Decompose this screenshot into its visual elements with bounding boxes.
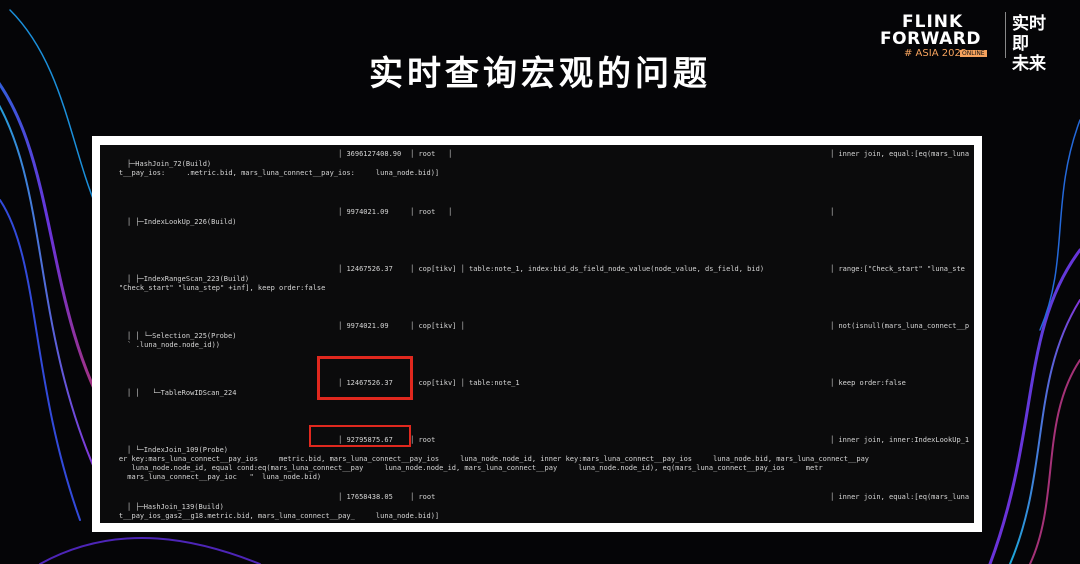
- highlight-box-indexjoin: [309, 425, 411, 447]
- plan-count: │ 9974021.09: [338, 208, 389, 216]
- logo-cn-line1: 实时即: [1012, 14, 1046, 54]
- logo-badge: ONLINE: [960, 50, 987, 57]
- logo-line2: FORWARD: [880, 29, 982, 49]
- plan-info: │ keep order:false: [830, 379, 906, 387]
- plan-row-cont: mars_luna_connect__pay_ioc " luna_node.b…: [118, 473, 322, 481]
- plan-info: │ inner join, equal:[eq(mars_luna: [830, 150, 970, 158]
- plan-row-cont: t__pay_ios_gas2__g18.metric.bid, mars_lu…: [118, 512, 440, 520]
- plan-row: │ │ └─TableRowIDScan_224: [126, 389, 237, 397]
- explain-plan-terminal: ├─HashJoin_72(Build) │ 3696127408.90 │ r…: [100, 145, 974, 523]
- plan-count: │ 9974021.09: [338, 322, 389, 330]
- plan-info: │ range:["Check_start" "luna_ste: [830, 265, 965, 273]
- plan-row-cont: "Check_start" "luna_step" +inf], keep or…: [118, 284, 326, 292]
- plan-task: │ cop[tikv] │ table:note_1, index:bid_ds…: [410, 265, 765, 273]
- logo-cn: 实时即 未来: [1012, 14, 1060, 74]
- plan-row-cont: t__pay_ios: .metric.bid, mars_luna_conne…: [118, 169, 440, 177]
- plan-info: │: [830, 208, 835, 216]
- plan-info: │ inner join, equal:[eq(mars_luna: [830, 493, 970, 501]
- plan-row: │ ├─IndexLookUp_226(Build): [126, 218, 237, 226]
- plan-info: │ not(isnull(mars_luna_connect__p: [830, 322, 970, 330]
- highlight-box-tablerowidscan: [317, 356, 413, 400]
- plan-task: │ cop[tikv] │ table:note_1: [410, 379, 520, 387]
- logo-line3: # ASIA 2022: [904, 48, 968, 59]
- plan-count: │ 12467526.37: [338, 265, 393, 273]
- logo-cn-line2: 未来: [1012, 54, 1046, 74]
- plan-task: │ cop[tikv] │: [410, 322, 465, 330]
- plan-task: │ root │: [410, 208, 453, 216]
- plan-row-cont: ` .luna_node.node_id)): [118, 341, 221, 349]
- flink-forward-logo: FLINK FORWARD # ASIA 2022 ONLINE 实时即 未来: [878, 10, 1074, 74]
- logo-divider: [1005, 12, 1006, 58]
